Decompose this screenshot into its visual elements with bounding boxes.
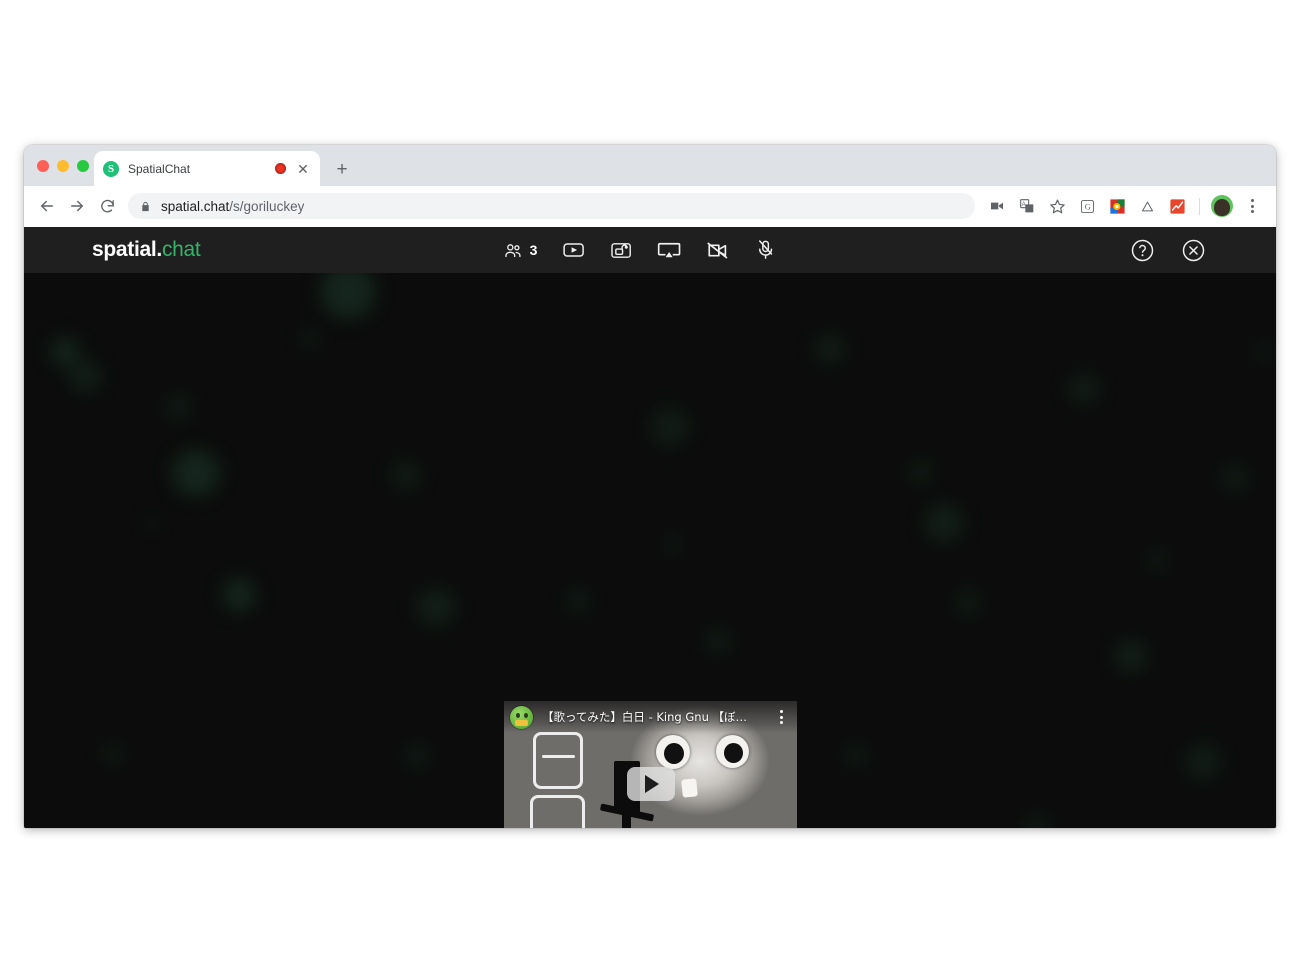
participants-count-label: 3	[529, 242, 538, 258]
bokeh-dot	[416, 587, 456, 627]
bokeh-dot	[1114, 639, 1148, 673]
people-icon	[504, 241, 523, 260]
lock-icon	[140, 200, 151, 213]
play-button[interactable]	[626, 766, 675, 801]
bokeh-dot	[908, 459, 934, 485]
analytics-chart-icon[interactable]	[1163, 192, 1191, 220]
spatial-canvas[interactable]: 【歌ってみた】白日 - King Gnu 【ぼ…	[24, 273, 1276, 828]
help-circle-icon[interactable]	[1130, 238, 1155, 263]
share-screen-rect-icon	[609, 239, 632, 262]
bokeh-dot	[704, 627, 732, 655]
profile-avatar[interactable]	[1208, 192, 1236, 220]
play-triangle-icon	[645, 774, 659, 793]
share-link-button[interactable]	[609, 235, 632, 265]
browser-menu-button[interactable]	[1238, 192, 1266, 220]
bokeh-dot	[404, 743, 430, 769]
bokeh-dot	[814, 333, 846, 365]
adblock-icon[interactable]	[1133, 192, 1161, 220]
browser-tab[interactable]: S SpatialChat ✕	[94, 151, 320, 186]
toolbar-icon-group: A G	[983, 192, 1266, 220]
window-close-button[interactable]	[37, 160, 49, 172]
tab-strip: S SpatialChat ✕ +	[24, 145, 1276, 186]
svg-text:G: G	[1084, 202, 1090, 211]
bokeh-dot	[1068, 373, 1100, 405]
header-controls: 3	[504, 235, 777, 265]
new-tab-button[interactable]: +	[329, 156, 355, 182]
bokeh-dot	[391, 460, 421, 490]
camera-toggle-button[interactable]	[705, 235, 730, 265]
window-traffic-lights	[37, 160, 89, 172]
tab-close-icon[interactable]: ✕	[295, 161, 311, 177]
translate-icon[interactable]: A	[1013, 192, 1041, 220]
back-button[interactable]	[32, 191, 62, 221]
youtube-video-embed[interactable]: 【歌ってみた】白日 - King Gnu 【ぼ…	[504, 701, 797, 828]
screen-share-button[interactable]	[656, 235, 681, 265]
bokeh-dot	[301, 329, 319, 347]
bokeh-dot	[102, 743, 124, 765]
participants-counter[interactable]: 3	[504, 235, 538, 265]
bokeh-dot	[664, 535, 682, 553]
recording-dot-icon[interactable]	[275, 163, 286, 174]
bokeh-dot	[844, 743, 868, 767]
bokeh-dot	[320, 273, 376, 319]
spatialchat-app: spatial.chat 3 【歌ってみた】白日 - King Gnu 【ぼ…	[24, 227, 1276, 828]
overlay-kanji-haku	[533, 732, 583, 789]
tab-favicon-icon: S	[103, 160, 119, 177]
video-camera-icon[interactable]	[983, 192, 1011, 220]
video-options-menu-icon[interactable]	[773, 710, 789, 724]
bokeh-dot	[146, 516, 158, 528]
microphone-toggle-button[interactable]	[754, 235, 776, 265]
airplay-monitor-icon	[656, 238, 681, 263]
bokeh-dot	[924, 503, 964, 543]
window-maximize-button[interactable]	[77, 160, 89, 172]
toolbar-divider	[1199, 197, 1200, 215]
bokeh-dot	[1146, 549, 1168, 571]
three-dot-menu-icon	[1241, 199, 1263, 213]
bokeh-dot	[1024, 813, 1050, 828]
bokeh-dot	[1184, 743, 1222, 781]
svg-text:A: A	[1022, 202, 1026, 208]
play-in-rounded-rect-icon	[561, 238, 585, 262]
browser-window: S SpatialChat ✕ + spatial.chat/s/goriluc…	[24, 145, 1276, 828]
header-right-controls	[1130, 238, 1206, 263]
bokeh-dot	[68, 359, 102, 393]
video-title-bar: 【歌ってみた】白日 - King Gnu 【ぼ…	[504, 701, 797, 733]
tab-title: SpatialChat	[128, 161, 191, 176]
bokeh-dot	[172, 449, 220, 497]
google-extension-icon[interactable]	[1103, 192, 1131, 220]
overlay-kanji-nichi	[530, 795, 585, 828]
forward-button[interactable]	[62, 191, 92, 221]
microphone-off-icon	[754, 239, 776, 261]
bokeh-dot	[164, 393, 192, 421]
bokeh-dot	[954, 589, 982, 617]
url-path: /s/goriluckey	[229, 198, 305, 214]
grammarly-g-icon[interactable]: G	[1073, 192, 1101, 220]
bokeh-dot	[566, 589, 590, 613]
bokeh-dot	[650, 407, 690, 447]
logo-bold-text: spatial.	[92, 238, 162, 261]
channel-avatar-icon	[510, 705, 533, 729]
bokeh-dot	[1220, 463, 1250, 493]
url-domain: spatial.chat	[161, 198, 230, 214]
address-bar-url: spatial.chat/s/goriluckey	[161, 199, 304, 214]
youtube-embed-button[interactable]	[561, 235, 585, 265]
close-circle-icon[interactable]	[1181, 238, 1206, 263]
app-header: spatial.chat 3	[24, 227, 1276, 273]
camera-off-icon	[705, 238, 730, 263]
address-bar[interactable]: spatial.chat/s/goriluckey	[128, 193, 975, 219]
browser-toolbar: spatial.chat/s/goriluckey A G	[24, 186, 1276, 227]
bookmark-star-icon[interactable]	[1043, 192, 1071, 220]
bokeh-dot	[222, 578, 256, 612]
spatialchat-logo[interactable]: spatial.chat	[92, 238, 201, 262]
logo-light-text: chat	[161, 238, 201, 261]
reload-button[interactable]	[92, 191, 122, 221]
video-title[interactable]: 【歌ってみた】白日 - King Gnu 【ぼ…	[542, 709, 773, 725]
window-minimize-button[interactable]	[57, 160, 69, 172]
bokeh-dot	[1254, 343, 1272, 361]
